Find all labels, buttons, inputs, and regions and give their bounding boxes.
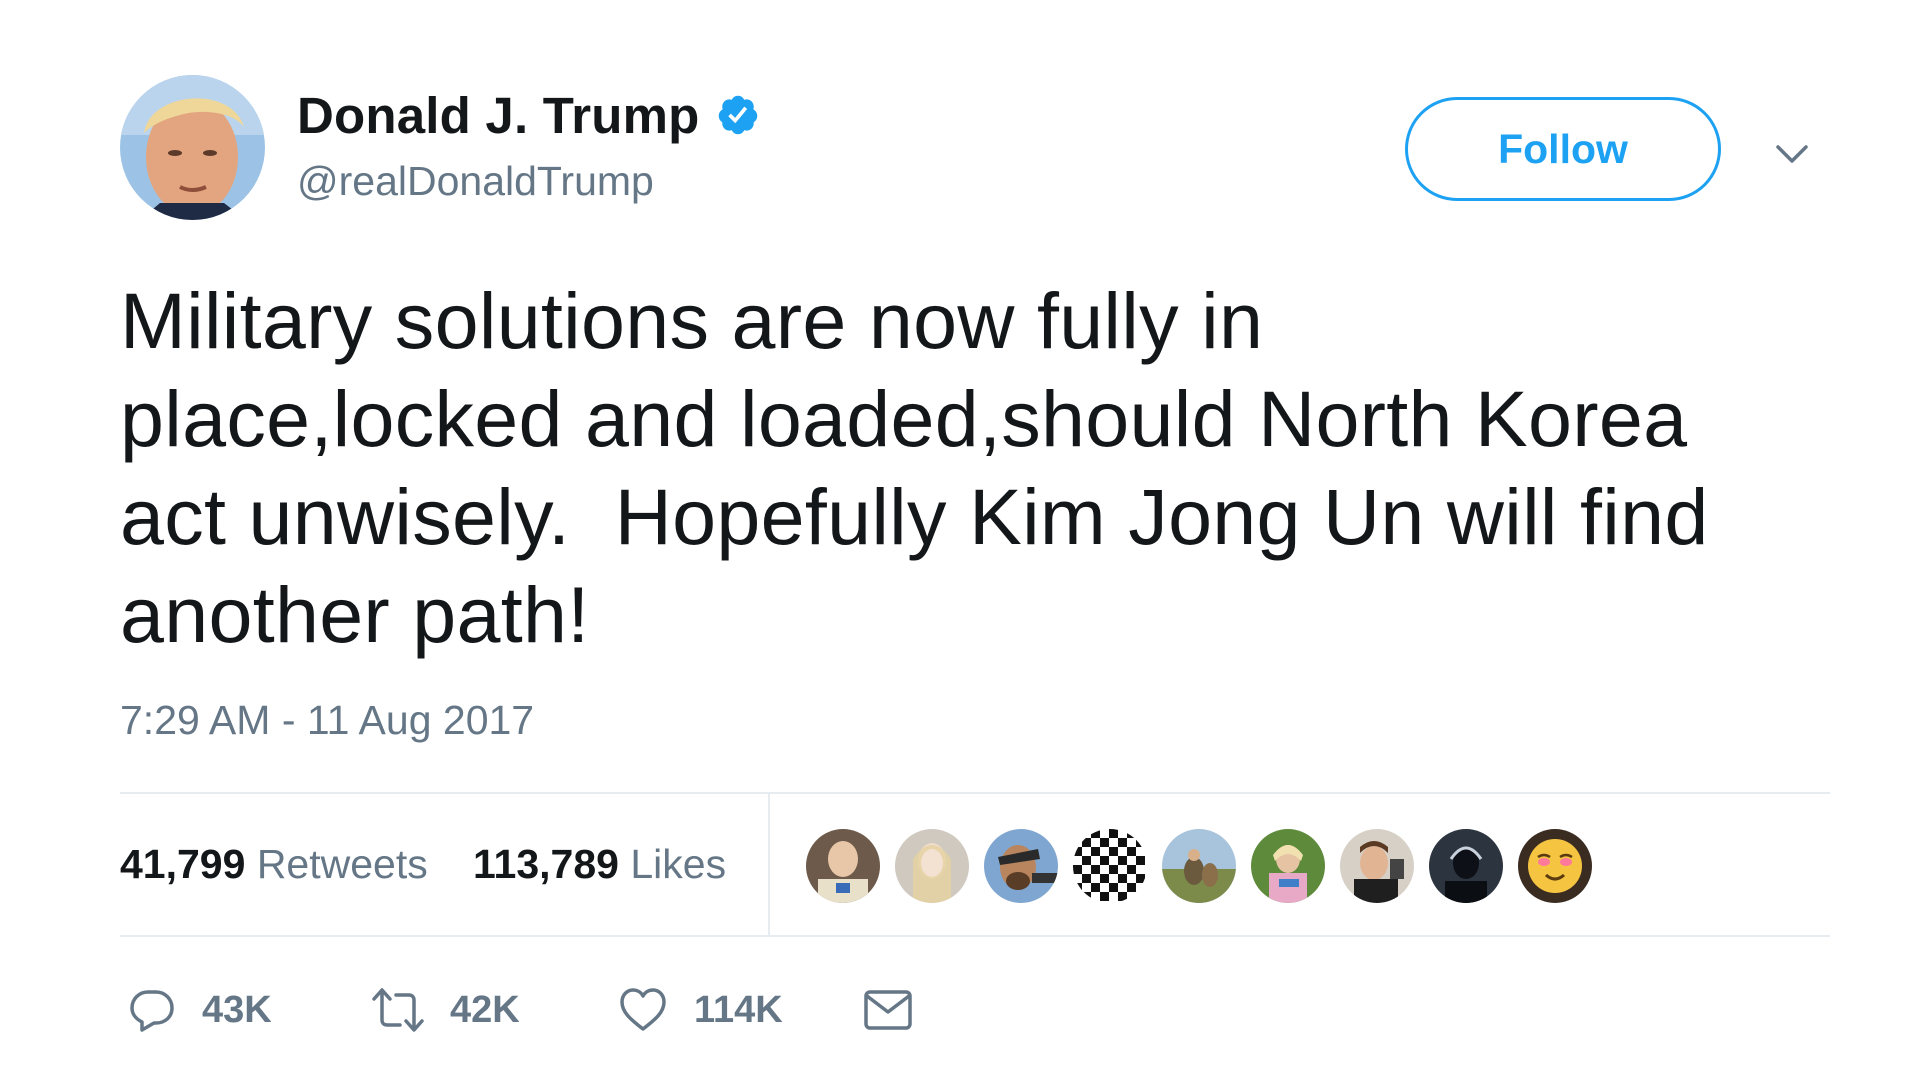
verified-badge-icon <box>716 93 760 137</box>
tweet-text: Military solutions are now fully in plac… <box>120 276 1709 659</box>
stats-separator <box>768 793 770 935</box>
like-button[interactable]: 114K <box>618 975 783 1045</box>
envelope-icon <box>864 990 912 1030</box>
user-display-name[interactable]: Donald J. Trump <box>297 86 700 145</box>
tweet-card: Donald J. Trump @realDonaldTrump Follow … <box>120 0 1830 1080</box>
liker-avatar[interactable] <box>1429 829 1503 903</box>
reply-button[interactable]: 43K <box>128 975 272 1045</box>
follow-button[interactable]: Follow <box>1405 97 1721 201</box>
like-count: 114K <box>694 988 783 1031</box>
stats-bottom-divider <box>120 935 1830 937</box>
reply-icon <box>130 990 174 1032</box>
liker-avatar[interactable] <box>806 829 880 903</box>
likes-stat[interactable]: 113,789 Likes <box>473 841 726 888</box>
retweet-button[interactable]: 42K <box>372 975 520 1045</box>
liker-avatar[interactable] <box>1340 829 1414 903</box>
direct-message-button[interactable] <box>863 975 913 1045</box>
liker-avatar[interactable] <box>1162 829 1236 903</box>
retweets-stat[interactable]: 41,799 Retweets <box>120 841 428 888</box>
liker-avatar[interactable] <box>1073 829 1147 903</box>
liker-avatars <box>806 829 1607 905</box>
liker-avatar[interactable] <box>1518 829 1592 903</box>
heart-icon <box>620 988 666 1031</box>
tweet-action-bar: 43K 42K 114K <box>120 975 1120 1045</box>
retweet-count: 42K <box>450 988 520 1031</box>
liker-avatar[interactable] <box>895 829 969 903</box>
retweets-label: Retweets <box>256 841 428 887</box>
retweet-icon <box>372 988 424 1032</box>
reply-count: 43K <box>202 988 272 1031</box>
liker-avatar[interactable] <box>1251 829 1325 903</box>
tweet-timestamp[interactable]: 7:29 AM - 11 Aug 2017 <box>120 697 534 744</box>
likes-label: Likes <box>630 841 727 887</box>
liker-avatar[interactable] <box>984 829 1058 903</box>
user-avatar[interactable] <box>120 75 265 220</box>
likes-count: 113,789 <box>473 841 619 887</box>
chevron-down-icon[interactable] <box>1770 132 1814 176</box>
user-name-row[interactable]: Donald J. Trump <box>297 82 760 148</box>
tweet-stats: 41,799 Retweets 113,789 Likes <box>120 793 1830 935</box>
avatar-image <box>120 75 265 220</box>
user-handle[interactable]: @realDonaldTrump <box>297 158 654 205</box>
retweets-count: 41,799 <box>120 841 246 887</box>
